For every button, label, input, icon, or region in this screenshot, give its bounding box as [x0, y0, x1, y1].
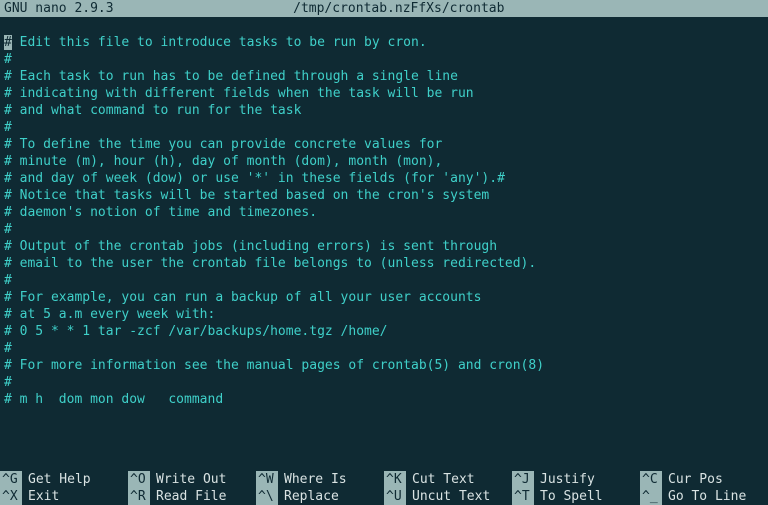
file-line: # Edit this file to introduce tasks to b…	[0, 34, 768, 51]
file-line: #	[0, 119, 768, 136]
file-line: # minute (m), hour (h), day of month (do…	[0, 153, 768, 170]
help-key: ^G	[0, 471, 22, 488]
text-cursor: #	[4, 35, 12, 50]
help-shortcut[interactable]: ^WWhere Is	[256, 471, 384, 488]
help-key: ^C	[640, 471, 662, 488]
file-line: # at 5 a.m every week with:	[0, 306, 768, 323]
help-label: Read File	[150, 488, 226, 505]
file-line: # and what command to run for the task	[0, 102, 768, 119]
file-line: # email to the user the crontab file bel…	[0, 255, 768, 272]
file-line: # To define the time you can provide con…	[0, 136, 768, 153]
file-line: # For more information see the manual pa…	[0, 357, 768, 374]
help-key: ^T	[512, 488, 534, 505]
file-line: # 0 5 * * 1 tar -zcf /var/backups/home.t…	[0, 323, 768, 340]
help-key: ^\	[256, 488, 278, 505]
help-shortcut[interactable]: ^GGet Help	[0, 471, 128, 488]
help-key: ^X	[0, 488, 22, 505]
blank-line	[0, 17, 768, 34]
file-line: #	[0, 340, 768, 357]
help-shortcut[interactable]: ^_Go To Line	[640, 488, 768, 505]
help-key: ^W	[256, 471, 278, 488]
file-line: # Each task to run has to be defined thr…	[0, 68, 768, 85]
help-shortcut[interactable]: ^UUncut Text	[384, 488, 512, 505]
help-label: Exit	[22, 488, 59, 505]
file-line: # indicating with different fields when …	[0, 85, 768, 102]
title-bar: GNU nano 2.9.3 /tmp/crontab.nzFfXs/cront…	[0, 0, 768, 17]
file-line: # For example, you can run a backup of a…	[0, 289, 768, 306]
file-line: #	[0, 374, 768, 391]
help-key: ^O	[128, 471, 150, 488]
help-shortcut[interactable]: ^RRead File	[128, 488, 256, 505]
file-path: /tmp/crontab.nzFfXs/crontab	[114, 0, 684, 17]
help-shortcut[interactable]: ^XExit	[0, 488, 128, 505]
app-name: GNU nano 2.9.3	[4, 0, 114, 17]
help-key: ^R	[128, 488, 150, 505]
file-line: #	[0, 221, 768, 238]
file-line: #	[0, 51, 768, 68]
help-label: Cur Pos	[662, 471, 723, 488]
file-line: # Notice that tasks will be started base…	[0, 187, 768, 204]
editor-area[interactable]: # Edit this file to introduce tasks to b…	[0, 34, 768, 408]
file-line: # m h dom mon dow command	[0, 391, 768, 408]
help-label: Cut Text	[406, 471, 475, 488]
file-line: # Output of the crontab jobs (including …	[0, 238, 768, 255]
help-label: Go To Line	[662, 488, 746, 505]
help-label: Uncut Text	[406, 488, 490, 505]
help-label: Where Is	[278, 471, 347, 488]
help-shortcut[interactable]: ^TTo Spell	[512, 488, 640, 505]
help-label: Get Help	[22, 471, 91, 488]
help-label: Justify	[534, 471, 595, 488]
file-line: #	[0, 272, 768, 289]
help-row-2: ^XExit^RRead File^\Replace^UUncut Text^T…	[0, 488, 768, 505]
help-key: ^K	[384, 471, 406, 488]
file-line: # and day of week (dow) or use '*' in th…	[0, 170, 768, 187]
help-label: To Spell	[534, 488, 603, 505]
help-label: Write Out	[150, 471, 226, 488]
help-label: Replace	[278, 488, 339, 505]
help-shortcut[interactable]: ^OWrite Out	[128, 471, 256, 488]
help-shortcut[interactable]: ^CCur Pos	[640, 471, 768, 488]
help-row-1: ^GGet Help^OWrite Out^WWhere Is^KCut Tex…	[0, 471, 768, 488]
help-shortcut[interactable]: ^JJustify	[512, 471, 640, 488]
help-key: ^_	[640, 488, 662, 505]
help-shortcut[interactable]: ^KCut Text	[384, 471, 512, 488]
help-key: ^J	[512, 471, 534, 488]
help-bar: ^GGet Help^OWrite Out^WWhere Is^KCut Tex…	[0, 471, 768, 505]
file-line: # daemon's notion of time and timezones.	[0, 204, 768, 221]
help-shortcut[interactable]: ^\Replace	[256, 488, 384, 505]
help-key: ^U	[384, 488, 406, 505]
